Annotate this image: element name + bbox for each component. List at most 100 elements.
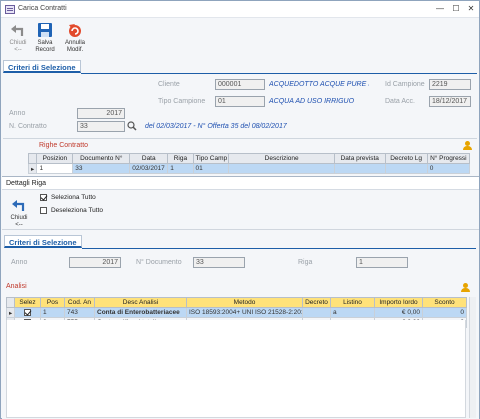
col-header-n-progressivo[interactable]: N° Progressi bbox=[426, 153, 471, 164]
cell-posizione[interactable]: 1 bbox=[36, 163, 74, 174]
col-header-data[interactable]: Data bbox=[129, 153, 169, 164]
dialog-ndoc-field[interactable]: 33 bbox=[193, 257, 245, 268]
col-header-listino[interactable]: Listino bbox=[330, 297, 375, 308]
close-window-button[interactable]: ✕ bbox=[464, 3, 478, 15]
id-campione-label: Id Campione bbox=[385, 81, 425, 88]
cliente-code-field[interactable]: 000001 bbox=[215, 79, 265, 90]
dialog-ndoc-label: N° Documento bbox=[136, 259, 182, 266]
select-all-option[interactable]: Seleziona Tutto bbox=[40, 194, 96, 201]
col-header-decreto[interactable]: Decreto Lg bbox=[384, 153, 428, 164]
righe-contratto-grid: Posizion Documento N° Data Riga Tipo Cam… bbox=[27, 153, 471, 174]
cell-riga[interactable]: 1 bbox=[167, 163, 194, 174]
cell-data-prevista[interactable] bbox=[333, 163, 386, 174]
dialog-close-button[interactable]: Chiudi <-- bbox=[4, 197, 34, 229]
n-contratto-label: N. Contratto bbox=[9, 123, 47, 130]
row-selector[interactable]: ▸ bbox=[27, 163, 38, 174]
anno-label: Anno bbox=[9, 110, 26, 117]
save-record-sub: Record bbox=[35, 47, 55, 53]
col-header-cod-an[interactable]: Cod. An bbox=[64, 297, 95, 308]
cell-sconto[interactable]: 0 bbox=[422, 307, 467, 318]
col-header-sconto[interactable]: Sconto bbox=[422, 297, 467, 308]
deselect-all-checkbox[interactable] bbox=[40, 207, 47, 214]
dialog-tab-criteri-selezione[interactable]: Criteri di Selezione bbox=[4, 235, 82, 248]
col-header-riga[interactable]: Riga bbox=[167, 153, 194, 164]
cell-documento[interactable]: 33 bbox=[72, 163, 131, 174]
dialog-riga-field[interactable]: 1 bbox=[356, 257, 408, 268]
dialog-anno-field[interactable]: 2017 bbox=[69, 257, 121, 268]
cell-n-progressivo[interactable]: 0 bbox=[426, 163, 471, 174]
back-arrow-icon bbox=[12, 200, 25, 211]
row-header-corner bbox=[6, 297, 15, 308]
n-contratto-field[interactable]: 33 bbox=[77, 121, 125, 132]
select-all-label: Seleziona Tutto bbox=[50, 194, 96, 202]
vertical-scrollbar[interactable] bbox=[469, 297, 476, 418]
cell-cod-an[interactable]: 743 bbox=[64, 307, 95, 318]
col-header-importo-lordo[interactable]: Importo lordo bbox=[374, 297, 423, 308]
id-campione-field[interactable]: 2219 bbox=[429, 79, 471, 90]
save-record-button[interactable]: Salva Record bbox=[30, 22, 60, 54]
close-back-label: Chiudi bbox=[9, 40, 27, 46]
minimize-button[interactable]: — bbox=[433, 3, 447, 15]
tab-underline bbox=[81, 73, 477, 74]
undo-icon bbox=[69, 24, 81, 37]
dialog-close-label: Chiudi bbox=[10, 215, 28, 221]
cancel-changes-label: Annulla bbox=[64, 40, 85, 46]
cliente-name: ACQUEDOTTO ACQUE PURE S bbox=[269, 81, 369, 88]
toolbar: Chiudi <-- Salva Record Annulla Modif. bbox=[1, 18, 479, 60]
close-back-sub: <-- bbox=[14, 47, 22, 53]
tipo-campione-name: ACQUA AD USO IRRIGUO bbox=[269, 98, 355, 105]
dettagli-riga-dialog: Dettagli Riga Chiudi <-- Seleziona Tutto… bbox=[2, 176, 479, 419]
user-icon[interactable] bbox=[463, 141, 472, 150]
cell-data[interactable]: 02/03/2017 bbox=[129, 163, 169, 174]
save-disk-icon bbox=[38, 23, 52, 37]
deselect-all-option[interactable]: Deseleziona Tutto bbox=[40, 207, 103, 214]
maximize-button[interactable]: ☐ bbox=[449, 3, 463, 15]
righe-contratto-title: Righe Contratto bbox=[39, 142, 89, 149]
cell-importo-lordo[interactable]: € 0,00 bbox=[374, 307, 423, 318]
col-header-desc-analisi[interactable]: Desc Analisi bbox=[94, 297, 187, 308]
cell-desc-analisi[interactable]: Conta di Enterobatteriacee bbox=[94, 307, 187, 318]
data-acc-label: Data Acc. bbox=[385, 98, 415, 105]
col-header-decreto[interactable]: Decreto bbox=[302, 297, 331, 308]
cell-descrizione[interactable] bbox=[228, 163, 335, 174]
cell-pos[interactable]: 1 bbox=[40, 307, 65, 318]
cell-decreto[interactable] bbox=[302, 307, 331, 318]
row-selector[interactable]: ▸ bbox=[6, 307, 15, 318]
anno-field[interactable]: 2017 bbox=[77, 108, 125, 119]
col-header-data-prevista[interactable]: Data prevista bbox=[333, 153, 386, 164]
dialog-title: Dettagli Riga bbox=[2, 177, 479, 190]
analisi-header-row: Selez Pos Cod. An Desc Analisi Metodo De… bbox=[6, 297, 467, 308]
row-select-checkbox[interactable] bbox=[24, 308, 31, 316]
col-header-documento[interactable]: Documento N° bbox=[72, 153, 131, 164]
app-icon bbox=[5, 5, 15, 14]
cell-selez[interactable] bbox=[14, 307, 41, 318]
data-acc-field[interactable]: 18/12/2017 bbox=[429, 96, 471, 107]
table-row[interactable]: ▸ 1 33 02/03/2017 1 01 0 bbox=[27, 163, 471, 174]
tipo-campione-label: Tipo Campione bbox=[158, 98, 206, 105]
user-icon[interactable] bbox=[461, 283, 470, 292]
col-header-descrizione[interactable]: Descrizione bbox=[228, 153, 335, 164]
divider bbox=[2, 229, 479, 230]
cell-tipo-camp[interactable]: 01 bbox=[192, 163, 230, 174]
col-header-posizione[interactable]: Posizion bbox=[36, 153, 74, 164]
tipo-campione-code-field[interactable]: 01 bbox=[215, 96, 265, 107]
col-header-tipo-camp[interactable]: Tipo Camp bbox=[192, 153, 230, 164]
window-title: Carica Contratti bbox=[18, 5, 67, 12]
close-back-button[interactable]: Chiudi <-- bbox=[3, 22, 33, 54]
divider bbox=[3, 138, 477, 139]
analisi-grid-empty-area bbox=[6, 320, 466, 418]
main-window: Carica Contratti — ☐ ✕ Chiudi <-- Salva … bbox=[0, 0, 480, 419]
title-bar: Carica Contratti — ☐ ✕ bbox=[1, 1, 479, 18]
cell-decreto[interactable] bbox=[384, 163, 428, 174]
search-icon[interactable] bbox=[127, 121, 137, 131]
table-row[interactable]: ▸ 1 743 Conta di Enterobatteriacee ISO 1… bbox=[6, 307, 467, 318]
tab-criteri-selezione[interactable]: Criteri di Selezione bbox=[3, 60, 81, 73]
col-header-pos[interactable]: Pos bbox=[40, 297, 65, 308]
cell-listino[interactable]: a bbox=[330, 307, 375, 318]
col-header-selez[interactable]: Selez bbox=[14, 297, 41, 308]
col-header-metodo[interactable]: Metodo bbox=[186, 297, 303, 308]
select-all-checkbox[interactable] bbox=[40, 194, 47, 201]
cell-metodo[interactable]: ISO 18593:2004+ UNI ISO 21528-2:2010 bbox=[186, 307, 303, 318]
cancel-changes-button[interactable]: Annulla Modif. bbox=[59, 22, 91, 54]
dialog-tab-underline bbox=[82, 248, 476, 249]
